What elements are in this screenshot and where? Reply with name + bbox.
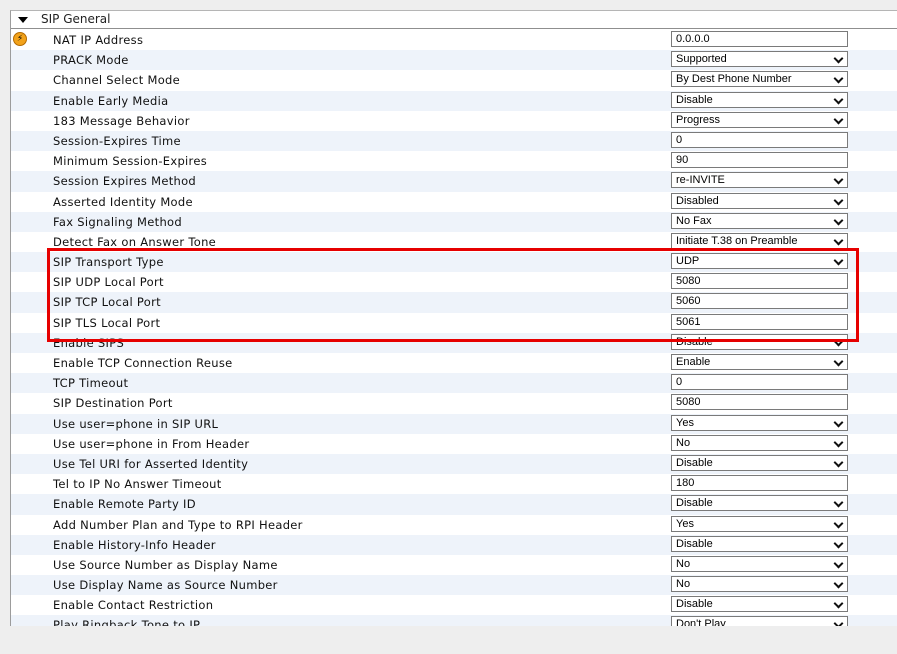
parameter-label: Minimum Session-Expires <box>53 154 207 169</box>
parameter-row: Tel to IP No Answer Timeout 180 <box>11 474 897 494</box>
parameter-select[interactable]: UDP <box>671 253 848 270</box>
parameter-label: Fax Signaling Method <box>53 214 182 229</box>
parameter-row: Add Number Plan and Type to RPI Header Ye… <box>11 515 897 535</box>
parameter-label: Enable SIPS <box>53 335 125 350</box>
parameter-select[interactable]: Disable <box>671 495 848 512</box>
parameter-list: ⚡ NAT IP Address 0.0.0.0 PRACK Mode Supporte… <box>11 30 897 626</box>
parameter-row: Use Display Name as Source Number No <box>11 575 897 596</box>
parameter-select[interactable]: No Fax <box>671 212 848 229</box>
parameter-row: Enable SIPS Disable <box>11 332 897 353</box>
parameter-label: Use user=phone in From Header <box>53 436 250 451</box>
parameter-row: 183 Message Behavior Progress <box>11 111 897 131</box>
parameter-label: Enable Contact Restriction <box>53 598 214 613</box>
parameter-label: Enable History-Info Header <box>53 537 216 552</box>
warning-bolt-icon: ⚡ <box>13 32 27 46</box>
parameter-label: Detect Fax on Answer Tone <box>53 234 217 249</box>
parameter-row: Asserted Identity Mode Disabled <box>11 192 897 212</box>
parameter-label: SIP TCP Local Port <box>53 295 161 310</box>
parameter-input[interactable]: 0 <box>671 131 848 148</box>
parameter-row: Play Ringback Tone to IP Don't Play <box>11 615 897 626</box>
parameter-label: SIP UDP Local Port <box>53 275 164 290</box>
parameter-select[interactable]: Disable <box>671 91 848 108</box>
parameter-row: Enable Contact Restriction Disable <box>11 595 897 615</box>
parameter-row: Fax Signaling Method No Fax <box>11 211 897 232</box>
parameter-input[interactable]: 5060 <box>671 293 848 310</box>
parameter-label: Tel to IP No Answer Timeout <box>53 477 222 492</box>
parameter-select[interactable]: Progress <box>671 111 848 128</box>
parameter-select[interactable]: Disabled <box>671 192 848 209</box>
parameter-select[interactable]: No <box>671 434 848 451</box>
parameter-select[interactable]: Initiate T.38 on Preamble <box>671 232 848 249</box>
parameter-row: Use Tel URI for Asserted Identity Disable <box>11 453 897 475</box>
parameter-label: Use Tel URI for Asserted Identity <box>53 456 249 471</box>
parameter-select[interactable]: Yes <box>671 414 848 431</box>
parameter-row: Enable Remote Party ID Disable <box>11 494 897 515</box>
parameter-row: SIP TCP Local Port 5060 <box>11 292 897 313</box>
collapse-triangle-icon[interactable] <box>18 17 28 23</box>
parameter-row: Enable Early Media Disable <box>11 90 897 111</box>
parameter-label: TCP Timeout <box>53 376 129 391</box>
parameter-label: 183 Message Behavior <box>53 113 190 128</box>
parameter-row: TCP Timeout 0 <box>11 373 897 394</box>
parameter-row: SIP Transport Type UDP <box>11 252 897 273</box>
parameter-select[interactable]: Disable <box>671 596 848 613</box>
parameter-label: NAT IP Address <box>53 33 144 47</box>
parameter-input[interactable]: 180 <box>671 475 848 492</box>
parameter-label: Play Ringback Tone to IP <box>53 618 201 626</box>
parameter-select[interactable]: Enable <box>671 354 848 370</box>
parameter-select[interactable]: Supported <box>671 51 848 68</box>
parameter-row: Enable History-Info Header Disable <box>11 534 897 555</box>
parameter-select[interactable]: re-INVITE <box>671 172 848 189</box>
parameter-row: SIP TLS Local Port 5061 <box>11 313 897 333</box>
parameter-input[interactable]: 90 <box>671 152 848 169</box>
parameter-row: Enable TCP Connection Reuse Enable <box>11 353 897 373</box>
parameter-label: Use user=phone in SIP URL <box>53 416 219 431</box>
parameter-input[interactable]: 0.0.0.0 <box>671 31 848 47</box>
parameter-input[interactable]: 5061 <box>671 313 848 330</box>
parameter-select[interactable]: Disable <box>671 535 848 552</box>
parameter-label: SIP Transport Type <box>53 255 164 270</box>
parameter-row: SIP Destination Port 5080 <box>11 393 897 413</box>
parameter-row: Detect Fax on Answer Tone Initiate T.38 o… <box>11 232 897 252</box>
parameter-label: Session-Expires Time <box>53 133 181 148</box>
parameter-label: Channel Select Mode <box>53 73 181 88</box>
parameter-select[interactable]: Disable <box>671 333 848 350</box>
parameter-input[interactable]: 5080 <box>671 394 848 411</box>
parameter-select[interactable]: Disable <box>671 454 848 471</box>
settings-panel: SIP General ⚡ NAT IP Address 0.0.0.0 PRACK … <box>10 10 897 626</box>
parameter-row: Use user=phone in SIP URL Yes <box>11 413 897 434</box>
parameter-row: Session Expires Method re-INVITE <box>11 171 897 192</box>
parameter-label: PRACK Mode <box>53 53 129 68</box>
parameter-label: Enable TCP Connection Reuse <box>53 356 233 370</box>
parameter-input[interactable]: 0 <box>671 374 848 391</box>
parameter-select[interactable]: Don't Play <box>671 616 848 626</box>
parameter-label: SIP TLS Local Port <box>53 315 161 330</box>
parameter-row: Channel Select Mode By Dest Phone Number <box>11 70 897 90</box>
parameter-row: PRACK Mode Supported <box>11 50 897 71</box>
parameter-label: Asserted Identity Mode <box>53 194 193 209</box>
parameter-label: Use Display Name as Source Number <box>53 578 278 593</box>
parameter-label: Add Number Plan and Type to RPI Header <box>53 517 303 532</box>
parameter-label: Enable Remote Party ID <box>53 497 196 512</box>
parameter-select[interactable]: Yes <box>671 515 848 532</box>
parameter-row: SIP UDP Local Port 5080 <box>11 272 897 292</box>
parameter-select[interactable]: By Dest Phone Number <box>671 71 848 88</box>
parameter-select[interactable]: No <box>671 576 848 593</box>
parameter-row: Use user=phone in From Header No <box>11 434 897 454</box>
parameter-label: Use Source Number as Display Name <box>53 557 278 572</box>
parameter-row: Minimum Session-Expires 90 <box>11 151 897 171</box>
parameter-label: SIP Destination Port <box>53 396 173 411</box>
section-title: SIP General <box>41 12 111 26</box>
parameter-label: Session Expires Method <box>53 174 197 189</box>
parameter-row: Session-Expires Time 0 <box>11 130 897 152</box>
parameter-row: Use Source Number as Display Name No <box>11 555 897 575</box>
parameter-input[interactable]: 5080 <box>671 273 848 290</box>
parameter-select[interactable]: No <box>671 555 848 572</box>
parameter-row: ⚡ NAT IP Address 0.0.0.0 <box>11 30 897 50</box>
parameter-label: Enable Early Media <box>53 93 169 108</box>
section-header[interactable]: SIP General <box>11 11 897 29</box>
